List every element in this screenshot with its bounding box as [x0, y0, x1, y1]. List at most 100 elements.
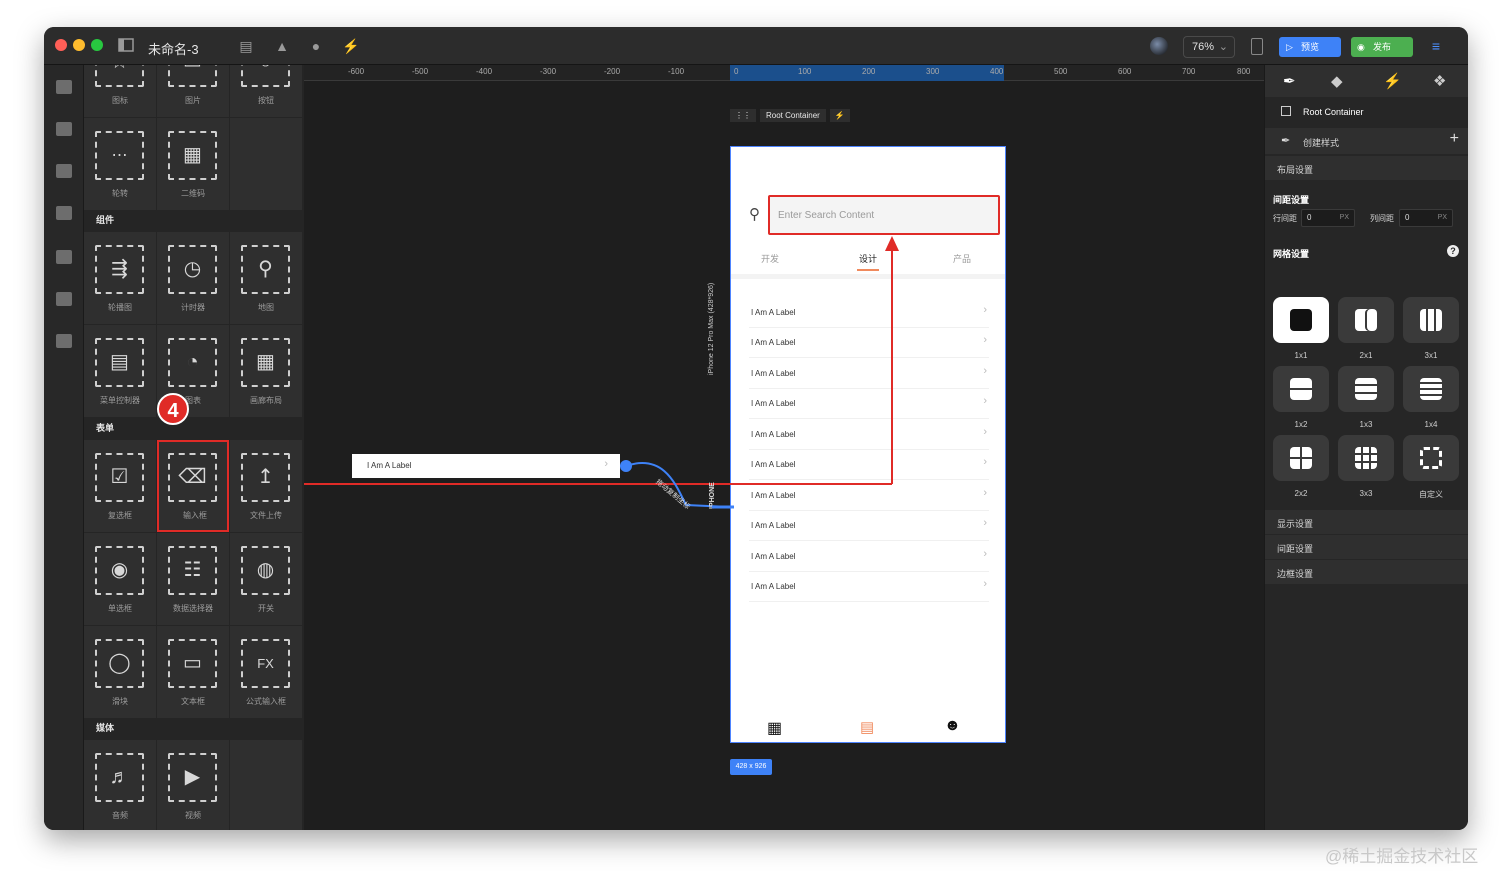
maximize-window-button[interactable]: [91, 39, 103, 51]
section-title-components: 组件: [96, 215, 115, 225]
timer-icon: ◷: [168, 245, 217, 294]
data-icon[interactable]: [56, 334, 72, 348]
chevron-right-icon: ›: [983, 426, 987, 438]
widgets-icon[interactable]: [56, 164, 72, 178]
component-menu-controller[interactable]: ▤ 菜单控制器: [84, 325, 156, 417]
component-timer[interactable]: ◷ 计时器: [157, 232, 229, 324]
component-slider[interactable]: ◯ 滑块: [84, 626, 156, 718]
tab-design[interactable]: 设计: [859, 252, 877, 265]
component-formula-input[interactable]: FX 公式输入框: [230, 626, 302, 718]
chevron-right-icon: ›: [983, 304, 987, 316]
grid-1x4-button[interactable]: [1403, 366, 1459, 412]
component-input[interactable]: ⌫ 输入框: [157, 440, 229, 532]
minimize-window-button[interactable]: [73, 39, 85, 51]
component-radio[interactable]: ◉ 单选框: [84, 533, 156, 625]
component-audio[interactable]: ♬ 音频: [84, 740, 156, 830]
chevron-right-icon: ›: [983, 456, 987, 468]
list-item[interactable]: I Am A Label ›: [749, 298, 989, 328]
component-textarea[interactable]: ▭ 文本框: [157, 626, 229, 718]
button-icon: ○: [241, 65, 290, 87]
tab-dev[interactable]: 开发: [761, 252, 779, 265]
cube-icon[interactable]: ❖: [1433, 72, 1446, 90]
grid-1x3-button[interactable]: [1338, 366, 1394, 412]
title-bar: 未命名-3 ▤ ▲ ● ⚡ 76% ⌄ ▷ 预览 ◉ 发布 ≡: [44, 27, 1468, 65]
properties-tabs: ✒ ◆ ⚡ ❖: [1265, 65, 1468, 97]
bolt-icon[interactable]: ⚡: [1383, 72, 1402, 90]
component-file-upload[interactable]: ↥ 文件上传: [230, 440, 302, 532]
grid-icon[interactable]: ▦: [767, 718, 782, 738]
column-gap-input[interactable]: 0 PX: [1399, 209, 1453, 227]
list-item[interactable]: I Am A Label ›: [749, 481, 989, 511]
component-gallery[interactable]: ▦ 画廊布局: [230, 325, 302, 417]
list-item[interactable]: I Am A Label ›: [749, 450, 989, 480]
grid-1x2-button[interactable]: [1273, 366, 1329, 412]
action-icon[interactable]: ⚡: [342, 38, 359, 54]
chevron-right-icon: ›: [983, 548, 987, 560]
pie-chart-icon: ◔: [168, 338, 217, 387]
device-icon[interactable]: [1251, 38, 1263, 55]
help-icon[interactable]: ?: [1447, 245, 1459, 257]
component-switch[interactable]: ◍ 开关: [230, 533, 302, 625]
pin-icon[interactable]: [56, 250, 72, 264]
list-item[interactable]: I Am A Label ›: [749, 389, 989, 419]
video-icon: ▶: [168, 753, 217, 802]
device-short-label: IPHONE: [709, 482, 716, 509]
layers-icon[interactable]: [56, 206, 72, 220]
templates-icon[interactable]: [56, 122, 72, 136]
phone-frame[interactable]: ⚲ Enter Search Content 开发 设计 产品 I Am A L…: [730, 146, 1006, 743]
design-canvas[interactable]: -600 -500 -400 -300 -200 -100 0 100 200 …: [304, 65, 1264, 830]
list-item[interactable]: I Am A Label ›: [749, 511, 989, 541]
list-item[interactable]: I Am A Label ›: [749, 542, 989, 572]
left-icon-rail: [44, 65, 84, 830]
display-settings-header[interactable]: 显示设置: [1265, 510, 1468, 534]
settings-icon[interactable]: ≡: [1428, 38, 1444, 54]
list-item[interactable]: I Am A Label ›: [749, 328, 989, 358]
border-settings-header[interactable]: 边框设置: [1265, 560, 1468, 584]
components-icon[interactable]: [56, 80, 72, 94]
brush-icon[interactable]: ✒: [1283, 72, 1296, 90]
tab-product[interactable]: 产品: [953, 252, 971, 265]
component-image[interactable]: ▭图片: [157, 65, 229, 117]
shape-icon[interactable]: ▲: [274, 38, 290, 54]
grid-3x1-button[interactable]: [1403, 297, 1459, 343]
grid-custom-button[interactable]: [1403, 435, 1459, 481]
component-video[interactable]: ▶ 视频: [157, 740, 229, 830]
list-item[interactable]: I Am A Label ›: [749, 359, 989, 389]
user-icon[interactable]: ☻: [944, 717, 961, 735]
spacing-settings-header[interactable]: 间距设置: [1265, 535, 1468, 559]
pages-icon[interactable]: [56, 292, 72, 306]
page-icon[interactable]: ▤: [238, 38, 254, 54]
chevron-right-icon: ›: [983, 334, 987, 346]
component-carousel[interactable]: ⇶ 轮播图: [84, 232, 156, 324]
component-button[interactable]: ○按钮: [230, 65, 302, 117]
assets-icon[interactable]: ●: [308, 38, 324, 54]
add-style-button[interactable]: +: [1450, 130, 1459, 148]
grid-2x2-button[interactable]: [1273, 435, 1329, 481]
grid-3x3-button[interactable]: [1338, 435, 1394, 481]
component-checkbox[interactable]: ☑ 复选框: [84, 440, 156, 532]
component-icon[interactable]: ☆图标: [84, 65, 156, 117]
textarea-icon: ▭: [168, 639, 217, 688]
list-item[interactable]: I Am A Label ›: [749, 420, 989, 450]
row-gap-input[interactable]: 0 PX: [1301, 209, 1355, 227]
grid-1x1-button[interactable]: [1273, 297, 1329, 343]
component-spinner[interactable]: ⋯ 轮转: [84, 118, 156, 210]
preview-button[interactable]: ▷ 预览: [1279, 37, 1341, 57]
component-data-picker[interactable]: ☷ 数据选择器: [157, 533, 229, 625]
zoom-select[interactable]: 76% ⌄: [1183, 36, 1235, 58]
text-input-icon: ⌫: [168, 453, 217, 502]
document-icon[interactable]: ▤: [860, 718, 874, 736]
layers-icon[interactable]: ◆: [1331, 72, 1343, 90]
sidebar-toggle-icon[interactable]: [118, 38, 134, 54]
map-pin-icon: ⚲: [241, 245, 290, 294]
close-window-button[interactable]: [55, 39, 67, 51]
grid-2x1-button[interactable]: [1338, 297, 1394, 343]
component-qrcode[interactable]: ▦ 二维码: [157, 118, 229, 210]
search-input[interactable]: Enter Search Content: [768, 195, 1000, 235]
layout-settings-header[interactable]: 布局设置: [1265, 156, 1468, 180]
element-checkbox[interactable]: [1281, 106, 1291, 116]
list-item[interactable]: I Am A Label ›: [749, 572, 989, 602]
component-map[interactable]: ⚲ 地图: [230, 232, 302, 324]
publish-button[interactable]: ◉ 发布: [1351, 37, 1413, 57]
avatar[interactable]: [1150, 37, 1168, 55]
